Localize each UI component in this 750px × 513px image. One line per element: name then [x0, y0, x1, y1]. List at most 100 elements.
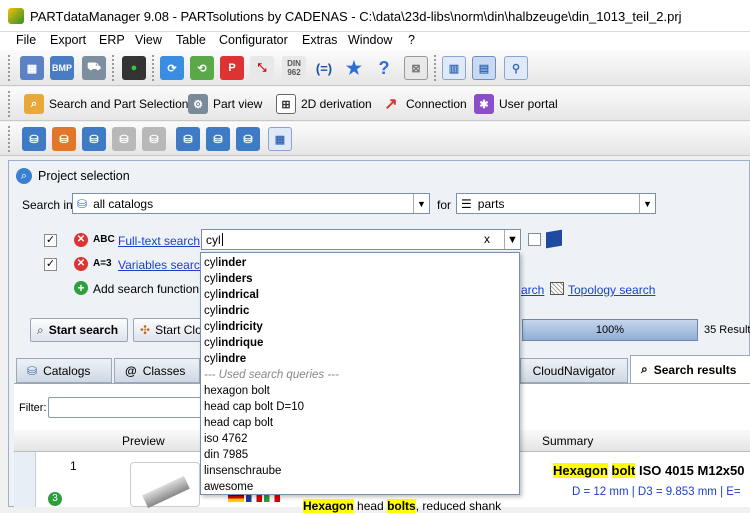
title-rest: ISO 4015 M12x50 — [635, 463, 745, 478]
suggestion-item[interactable]: cylindrique — [201, 335, 519, 351]
preview-column-header[interactable]: Preview — [122, 434, 165, 448]
search-function-link[interactable]: arch — [521, 283, 544, 297]
menu-erp[interactable]: ERP — [99, 33, 125, 47]
zoom-layout-icon[interactable]: ⚲ — [504, 56, 528, 80]
tab-search-results[interactable]: ⌕ Search results — [630, 355, 750, 383]
result-detail[interactable]: D = 12 mm | D3 = 9.853 mm | E= — [572, 486, 741, 498]
drawing-icon[interactable]: ⤡ — [250, 56, 274, 80]
database-icon[interactable]: ⛁ — [82, 127, 106, 151]
toolbar-grip[interactable] — [8, 126, 12, 152]
suggestion-item[interactable]: cylindricity — [201, 319, 519, 335]
suggestion-item[interactable]: cylindric — [201, 303, 519, 319]
fulltext-checkbox[interactable]: ✓ — [44, 234, 57, 247]
tab-catalogs-label: Catalogs — [43, 363, 91, 378]
chevron-down-icon[interactable]: ▼ — [639, 194, 655, 213]
database-key-icon[interactable]: ⛁ — [22, 127, 46, 151]
menu-window[interactable]: Window — [348, 33, 392, 47]
derivation-2d-label: 2D derivation — [301, 97, 372, 111]
book-icon[interactable] — [546, 229, 562, 249]
help-icon[interactable]: ? — [372, 56, 396, 80]
menu-export[interactable]: Export — [50, 33, 86, 47]
history-item[interactable]: linsenschraube — [201, 463, 519, 479]
formula-icon[interactable]: (=) — [312, 56, 336, 80]
topology-search-link[interactable]: Topology search — [568, 283, 655, 297]
history-item[interactable]: din 7985 — [201, 447, 519, 463]
toolbar-grip[interactable] — [434, 55, 438, 81]
tab-catalogs[interactable]: ⛁ Catalogs — [16, 358, 112, 383]
user-portal-button[interactable]: ✱ User portal — [474, 93, 558, 115]
suggestion-typed: cyl — [204, 257, 219, 269]
star-icon[interactable]: ★ — [342, 56, 366, 80]
clear-icon[interactable]: x — [484, 232, 490, 246]
add-icon[interactable]: + — [74, 281, 88, 295]
suggestion-typed: cyl — [204, 305, 219, 317]
database-add-icon[interactable]: ⛁ — [206, 127, 230, 151]
database-delete-icon[interactable]: ⛁ — [142, 127, 166, 151]
fulltext-option-checkbox[interactable] — [528, 233, 541, 246]
suggestion-item[interactable]: cylinder — [201, 255, 519, 271]
search-part-selection-button[interactable]: ⌕ Search and Part Selection — [24, 93, 188, 115]
menu-table[interactable]: Table — [176, 33, 206, 47]
menu-help[interactable]: ? — [408, 33, 415, 47]
menu-view[interactable]: View — [135, 33, 162, 47]
database-help-icon[interactable]: ⛁ — [236, 127, 260, 151]
pdf-icon[interactable]: P — [220, 56, 244, 80]
din-icon[interactable]: DIN 962 — [282, 56, 306, 80]
table-icon[interactable]: ▦ — [20, 56, 44, 80]
toolbar-grip[interactable] — [8, 91, 12, 117]
menu-configurator[interactable]: Configurator — [219, 33, 288, 47]
history-item[interactable]: head cap bolt — [201, 415, 519, 431]
frame-icon[interactable]: ⊠ — [404, 56, 428, 80]
chevron-down-icon[interactable]: ▼ — [504, 230, 520, 249]
refresh-icon[interactable]: ⟳ — [160, 56, 184, 80]
text-cursor — [221, 233, 223, 246]
toolbar-grip[interactable] — [112, 55, 116, 81]
variables-search-link[interactable]: Variables search — [118, 258, 207, 272]
start-cloud-button[interactable]: ✣ Start Clo — [133, 318, 208, 342]
summary-column-header[interactable]: Summary — [542, 434, 593, 448]
desc-rest: , reduced shank — [415, 499, 502, 513]
chevron-down-icon[interactable]: ▼ — [413, 194, 429, 213]
toolbar-grip[interactable] — [152, 55, 156, 81]
suggestion-item[interactable]: cylindre — [201, 351, 519, 367]
truck-icon[interactable]: ⛟ — [82, 56, 106, 80]
suggestion-item[interactable]: cylinders — [201, 271, 519, 287]
history-item[interactable]: head cap bolt D=10 — [201, 399, 519, 415]
bmp-icon[interactable]: BMP — [50, 56, 74, 80]
search-in-select[interactable]: ⛁ all catalogs ▼ — [72, 193, 430, 214]
part-view-button[interactable]: ⚙ Part view — [188, 93, 262, 115]
fulltext-search-link[interactable]: Full-text search — [118, 234, 200, 248]
fulltext-search-input[interactable]: cyl x ▼ — [201, 229, 521, 250]
result-title[interactable]: Hexagon bolt ISO 4015 M12x50 — [553, 463, 745, 478]
menu-file[interactable]: File — [16, 33, 36, 47]
history-item[interactable]: awesome — [201, 479, 519, 495]
history-item[interactable]: hexagon bolt — [201, 383, 519, 399]
vertical-layout-icon[interactable]: ▥ — [442, 56, 466, 80]
suggestion-completion: inder — [218, 257, 247, 269]
history-item[interactable]: iso 4762 — [201, 431, 519, 447]
database-export-icon[interactable]: ⛁ — [112, 127, 136, 151]
database-check-icon[interactable]: ⛁ — [176, 127, 200, 151]
part-view-icon: ⚙ — [188, 94, 208, 114]
menu-extras[interactable]: Extras — [302, 33, 337, 47]
database-users-icon[interactable]: ⛁ — [52, 127, 76, 151]
toolbar-grip[interactable] — [8, 55, 12, 81]
remove-variables-icon[interactable]: ✕ — [74, 257, 88, 271]
suggestion-item[interactable]: cylindrical — [201, 287, 519, 303]
derivation-2d-button[interactable]: ⊞ 2D derivation — [276, 93, 372, 115]
start-search-label: Start search — [48, 323, 119, 337]
catalog-refresh-icon[interactable]: ⟲ — [190, 56, 214, 80]
horizontal-layout-icon[interactable]: ▤ — [472, 56, 496, 80]
part-preview[interactable] — [130, 462, 200, 509]
traffic-light-icon[interactable]: ● — [122, 56, 146, 80]
filter-input[interactable] — [48, 397, 208, 418]
database-table-icon[interactable]: ▦ — [268, 127, 292, 151]
variables-checkbox[interactable]: ✓ — [44, 258, 57, 271]
remove-fulltext-icon[interactable]: ✕ — [74, 233, 88, 247]
for-select[interactable]: ☰ parts ▼ — [456, 193, 656, 214]
tab-classes[interactable]: @ Classes — [114, 358, 200, 383]
connection-button[interactable]: ↗ Connection — [381, 93, 466, 115]
tab-cloudnavigator[interactable]: CloudNavigator — [520, 358, 628, 383]
start-search-button[interactable]: ⌕ Start search — [30, 318, 128, 342]
row-number-badge[interactable]: 3 — [48, 492, 62, 506]
